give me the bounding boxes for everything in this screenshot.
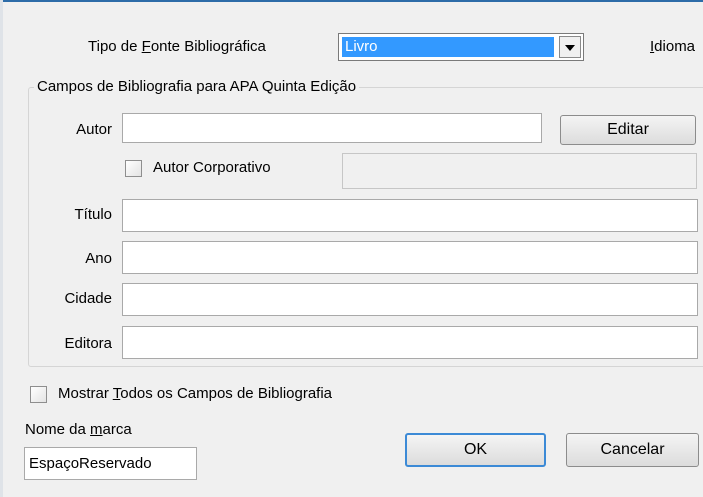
- source-type-select[interactable]: Livro: [338, 33, 584, 61]
- tag-name-input[interactable]: EspaçoReservado: [24, 447, 197, 480]
- author-label: Autor: [76, 121, 112, 138]
- show-all-fields-label: Mostrar Todos os Campos de Bibliografia: [58, 385, 333, 402]
- source-type-label: Tipo de Fonte Bibliográfica: [88, 38, 266, 55]
- window-left-edge: [0, 0, 3, 497]
- dropdown-button[interactable]: [559, 36, 581, 58]
- corporate-author-input: [342, 153, 697, 189]
- year-label: Ano: [85, 250, 112, 267]
- edit-button[interactable]: Editar: [560, 115, 696, 145]
- source-type-selected-value: Livro: [342, 37, 554, 57]
- window-top-border: [0, 0, 703, 2]
- publisher-label: Editora: [64, 335, 112, 352]
- corporate-author-checkbox[interactable]: [125, 160, 142, 177]
- publisher-input[interactable]: [122, 326, 698, 359]
- tag-name-label: Nome da marca: [25, 421, 132, 438]
- author-input[interactable]: [122, 113, 542, 143]
- group-legend: Campos de Bibliografia para APA Quinta E…: [34, 78, 360, 96]
- year-input[interactable]: [122, 241, 698, 274]
- show-all-fields-checkbox[interactable]: [30, 386, 47, 403]
- cancel-button[interactable]: Cancelar: [566, 433, 699, 467]
- corporate-author-label: Autor Corporativo: [153, 159, 271, 176]
- title-label: Título: [74, 206, 112, 223]
- chevron-down-icon: [565, 45, 575, 51]
- title-input[interactable]: [122, 199, 698, 232]
- ok-button[interactable]: OK: [405, 433, 546, 467]
- language-label: Idioma: [650, 38, 696, 55]
- city-label: Cidade: [64, 290, 112, 307]
- city-input[interactable]: [122, 283, 698, 316]
